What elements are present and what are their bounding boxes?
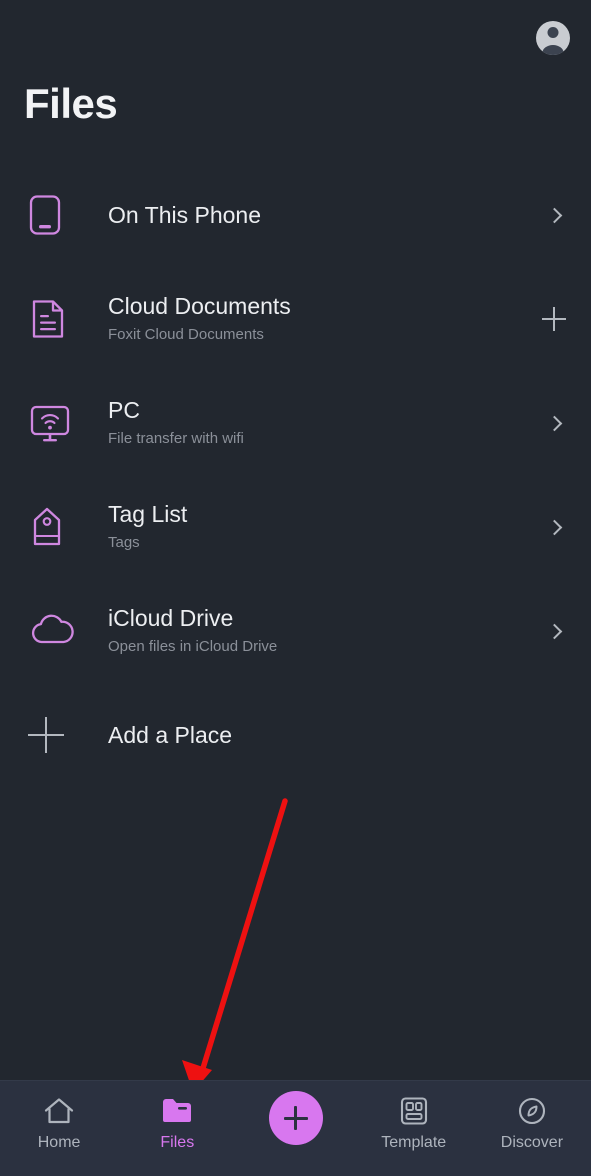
account-circle-icon[interactable] <box>536 21 570 55</box>
home-icon <box>43 1093 75 1129</box>
phone-icon <box>24 194 84 236</box>
monitor-wifi-icon <box>24 402 84 444</box>
list-item-add-a-place[interactable]: Add a Place <box>0 683 591 787</box>
list-item-title: On This Phone <box>108 202 262 228</box>
list-item-text: Tag List Tags <box>108 499 539 555</box>
nav-item-create[interactable] <box>236 1091 354 1145</box>
folder-icon <box>161 1093 193 1129</box>
nav-item-discover[interactable]: Discover <box>473 1093 591 1152</box>
list-item-tag-list[interactable]: Tag List Tags <box>0 475 591 579</box>
nav-label: Files <box>160 1134 195 1151</box>
nav-item-files[interactable]: Files <box>118 1093 236 1152</box>
list-item-title: PC <box>108 397 140 423</box>
list-item-subtitle: File transfer with wifi <box>108 430 244 447</box>
avatar-head <box>547 27 559 38</box>
chevron-right-icon[interactable] <box>539 623 569 639</box>
list-item-cloud-documents[interactable]: Cloud Documents Foxit Cloud Documents <box>0 267 591 371</box>
list-item-text: Cloud Documents Foxit Cloud Documents <box>108 291 539 347</box>
list-item-title: Cloud Documents <box>108 293 291 319</box>
avatar-body <box>542 45 564 55</box>
nav-item-home[interactable]: Home <box>0 1093 118 1152</box>
list-item-pc[interactable]: PC File transfer with wifi <box>0 371 591 475</box>
plus-glyph <box>28 717 64 753</box>
cloud-icon <box>24 613 84 649</box>
nav-label: Template <box>381 1134 447 1151</box>
list-item-subtitle: Tags <box>108 534 140 551</box>
list-item-text: Add a Place <box>108 720 539 750</box>
plus-icon <box>542 307 566 331</box>
add-cloud-document-button[interactable] <box>539 307 569 331</box>
list-item-on-this-phone[interactable]: On This Phone <box>0 163 591 267</box>
chevron-right-icon[interactable] <box>539 207 569 223</box>
template-icon <box>399 1093 429 1129</box>
chevron-right-icon[interactable] <box>539 519 569 535</box>
list-item-title: iCloud Drive <box>108 605 234 631</box>
places-list: On This Phone Cloud Documents Foxit Clou… <box>0 163 591 787</box>
chevron-glyph <box>546 519 562 535</box>
compass-icon <box>517 1093 547 1129</box>
list-item-text: On This Phone <box>108 200 539 230</box>
list-item-icloud-drive[interactable]: iCloud Drive Open files in iCloud Drive <box>0 579 591 683</box>
list-item-subtitle: Open files in iCloud Drive <box>108 638 278 655</box>
files-screen: Files On This Phone Cloud Documents Foxi… <box>0 0 591 1176</box>
document-icon <box>24 297 84 341</box>
list-item-subtitle: Foxit Cloud Documents <box>108 326 264 343</box>
list-item-title: Add a Place <box>108 722 233 748</box>
chevron-glyph <box>546 623 562 639</box>
nav-label: Home <box>37 1134 81 1151</box>
bottom-navigation-bar: Home Files Template Discover <box>0 1080 591 1176</box>
list-item-title: Tag List <box>108 501 188 527</box>
page-title: Files <box>24 80 118 127</box>
plus-icon <box>24 717 84 753</box>
plus-fab-icon[interactable] <box>268 1091 323 1145</box>
chevron-glyph <box>546 415 562 431</box>
nav-label: Discover <box>500 1134 564 1151</box>
list-item-text: PC File transfer with wifi <box>108 395 539 451</box>
chevron-glyph <box>546 207 562 223</box>
chevron-right-icon[interactable] <box>539 415 569 431</box>
top-bar <box>0 0 591 74</box>
list-item-text: iCloud Drive Open files in iCloud Drive <box>108 603 539 659</box>
nav-item-template[interactable]: Template <box>355 1093 473 1152</box>
tag-icon <box>24 505 84 549</box>
